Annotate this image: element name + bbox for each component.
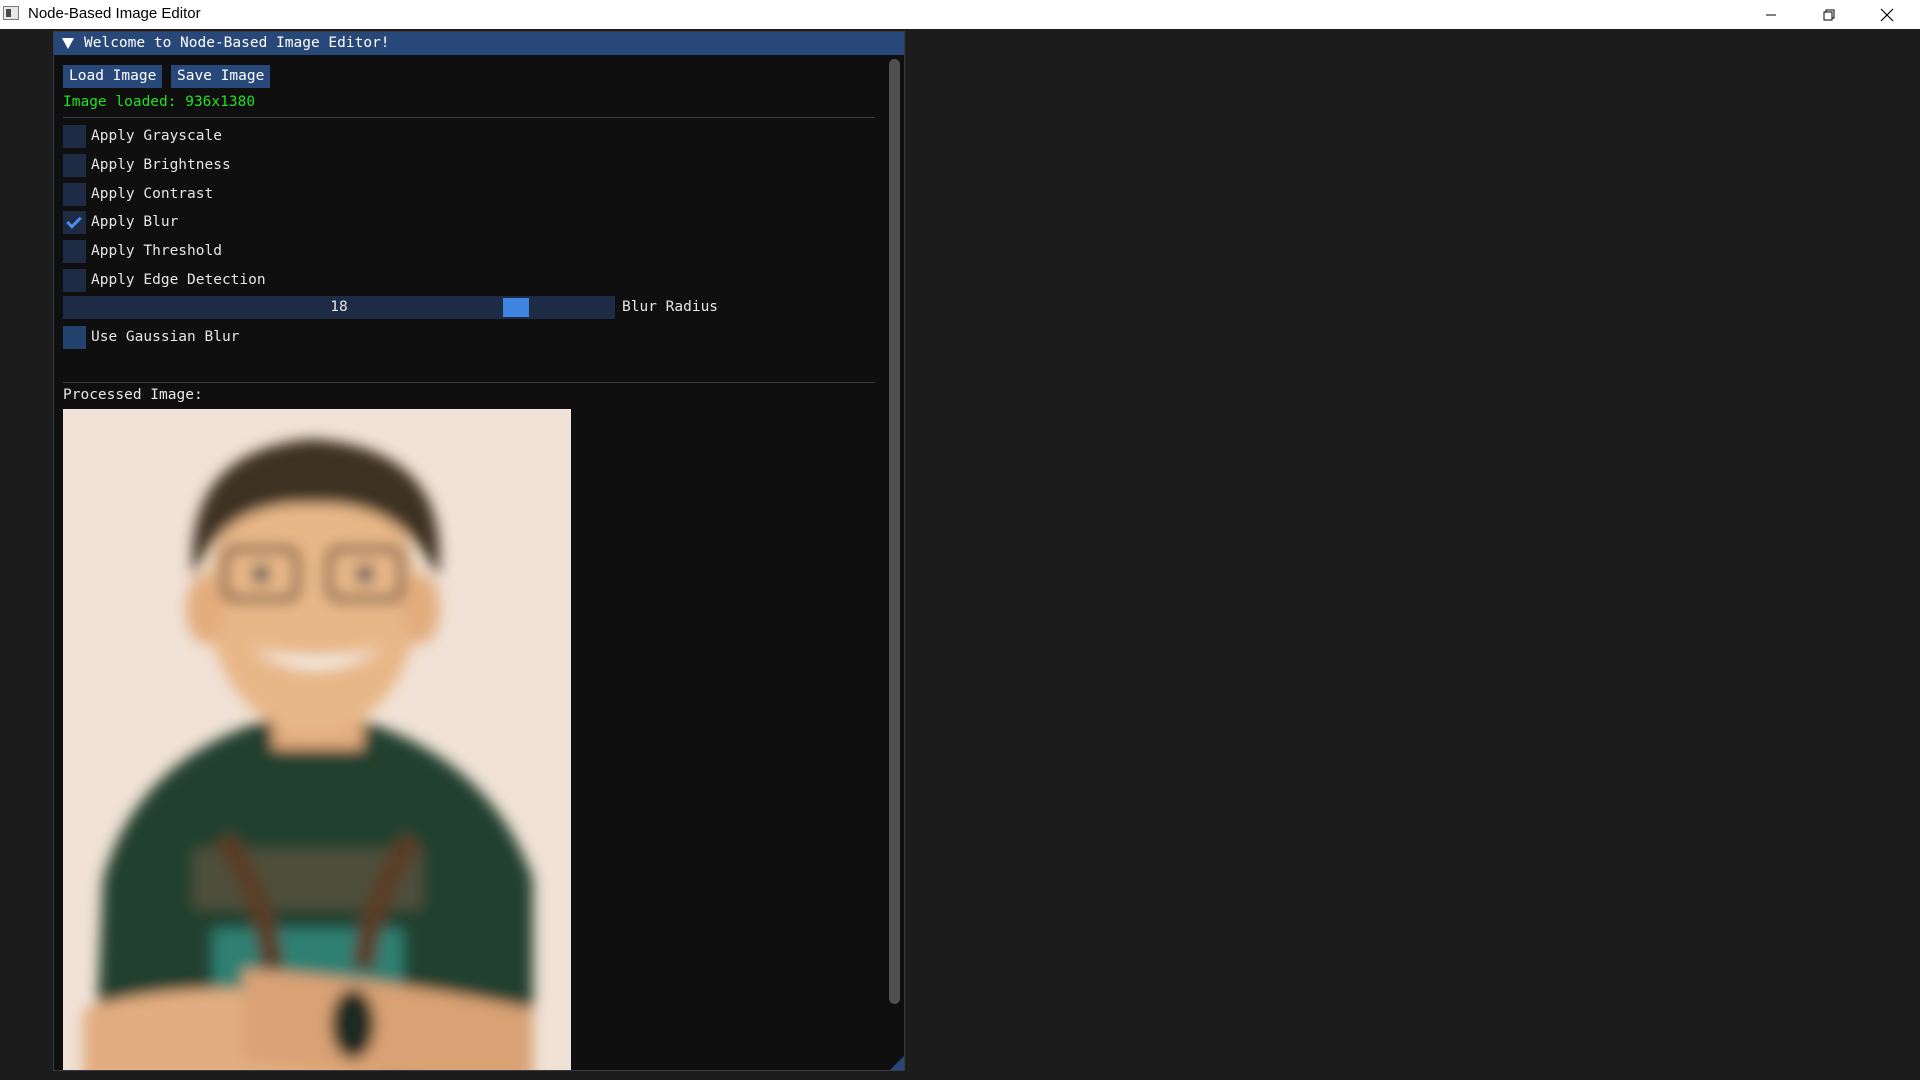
checkbox-label: Apply Brightness [91,157,231,173]
checkbox-brightness[interactable]: Apply Brightness [63,153,231,177]
save-image-button[interactable]: Save Image [171,65,271,88]
panel-content: Load Image Save Image Image loaded: 936x… [54,55,886,1070]
blur-radius-slider[interactable]: 18 [63,296,615,319]
checkbox-label: Apply Grayscale [91,128,222,144]
checkmark-icon[interactable] [63,210,86,234]
checkbox-label: Use Gaussian Blur [91,329,240,345]
os-title-bar: Node-Based Image Editor [0,0,1920,29]
scrollbar-thumb[interactable] [889,59,900,1004]
checkbox-contrast[interactable]: Apply Contrast [63,182,213,206]
processed-image [63,409,571,1070]
restore-icon[interactable] [1800,0,1858,29]
minimize-icon[interactable] [1742,0,1800,29]
checkbox-box[interactable] [63,268,86,292]
checkbox-box[interactable] [63,182,86,206]
checkbox-label: Apply Blur [91,214,179,230]
os-window-title: Node-Based Image Editor [28,5,201,22]
slider-value: 18 [330,299,348,315]
close-icon[interactable] [1858,0,1916,29]
checkbox-threshold[interactable]: Apply Threshold [63,239,222,263]
panel-header[interactable]: Welcome to Node-Based Image Editor! [54,32,904,55]
checkbox-gaussian-blur[interactable]: Use Gaussian Blur [63,325,239,349]
checkbox-box[interactable] [63,239,86,263]
separator [63,382,875,383]
vertical-scrollbar[interactable] [886,55,904,1070]
panel-title: Welcome to Node-Based Image Editor! [84,35,390,51]
slider-label: Blur Radius [622,299,719,315]
status-text: Image loaded: 936x1380 [63,94,256,110]
editor-panel: Welcome to Node-Based Image Editor! Load… [53,31,905,1071]
app-icon [3,6,19,20]
load-image-button[interactable]: Load Image [63,65,163,88]
separator [63,117,875,118]
checkbox-edge-detection[interactable]: Apply Edge Detection [63,268,266,292]
resize-grip-icon[interactable] [890,1056,904,1070]
triangle-down-icon[interactable] [62,38,74,49]
checkbox-box[interactable] [63,124,86,148]
checkbox-box[interactable] [63,325,86,349]
checkbox-box[interactable] [63,153,86,177]
slider-grab-handle[interactable] [503,298,530,317]
checkbox-label: Apply Edge Detection [91,272,266,288]
checkbox-label: Apply Threshold [91,243,222,259]
checkbox-grayscale[interactable]: Apply Grayscale [63,124,222,148]
checkbox-label: Apply Contrast [91,186,214,202]
processed-image-label: Processed Image: [63,387,203,403]
processed-image-picture [63,409,571,1070]
checkbox-blur[interactable]: Apply Blur [63,210,178,234]
